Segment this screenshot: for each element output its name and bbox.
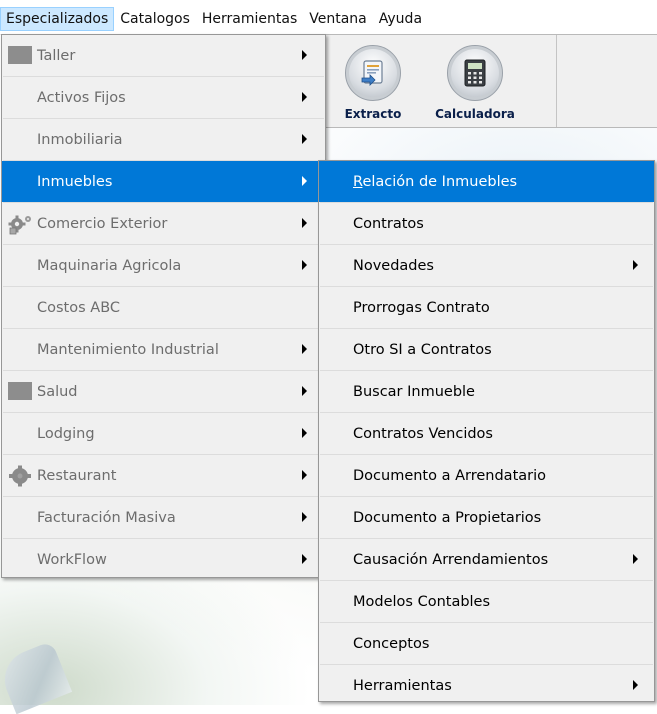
calculator-icon [447, 45, 503, 101]
menubar-catalogos[interactable]: Catalogos [114, 7, 196, 31]
menu-item-label: Comercio Exterior [37, 215, 168, 232]
menu-item-inmuebles[interactable]: Inmuebles [2, 161, 325, 202]
menu-item-comercio-exterior[interactable]: Comercio Exterior [2, 203, 325, 244]
extracto-label: Extracto [344, 107, 402, 121]
menu-item-workflow[interactable]: WorkFlow [2, 539, 325, 580]
submenu-item-otro-si-a-contratos[interactable]: Otro SI a Contratos [319, 329, 654, 370]
menu-item-label: Facturación Masiva [37, 509, 176, 526]
menubar-ventana[interactable]: Ventana [303, 7, 373, 31]
submenu-arrow-icon [633, 680, 638, 690]
submenu-item-label: Contratos Vencidos [353, 425, 493, 442]
gears-icon [8, 213, 34, 235]
menu-item-restaurant[interactable]: Restaurant [2, 455, 325, 496]
submenu-item-label: Contratos [353, 215, 424, 232]
submenu-item-label: Buscar Inmueble [353, 383, 475, 400]
gear-icon [8, 465, 34, 487]
submenu-arrow-icon [633, 554, 638, 564]
submenu-item-prorrogas-contrato[interactable]: Prorrogas Contrato [319, 287, 654, 328]
submenu-arrow-icon [302, 428, 307, 438]
extracto-button[interactable]: Extracto [324, 35, 422, 127]
submenu-item-contratos-vencidos[interactable]: Contratos Vencidos [319, 413, 654, 454]
submenu-arrow-icon [302, 554, 307, 564]
submenu-item-label: Documento a Arrendatario [353, 467, 546, 484]
submenu-arrow-icon [302, 176, 307, 186]
submenu-arrow-icon [302, 134, 307, 144]
submenu-arrow-icon [302, 260, 307, 270]
submenu-arrow-icon [633, 260, 638, 270]
submenu-item-contratos[interactable]: Contratos [319, 203, 654, 244]
menu-item-salud[interactable]: Salud [2, 371, 325, 412]
submenu-item-conceptos[interactable]: Conceptos [319, 623, 654, 664]
submenu-item-novedades[interactable]: Novedades [319, 245, 654, 286]
menu-item-label: Activos Fijos [37, 89, 126, 106]
menu-item-activos-fijos[interactable]: Activos Fijos [2, 77, 325, 118]
calculadora-label: Calculadora [435, 107, 515, 121]
menu-item-label: WorkFlow [37, 551, 107, 568]
gray-square-icon [8, 381, 34, 401]
submenu-item-herramientas[interactable]: Herramientas [319, 665, 654, 706]
submenu-arrow-icon [302, 50, 307, 60]
submenu-arrow-icon [302, 218, 307, 228]
menu-item-facturacion-masiva[interactable]: Facturación Masiva [2, 497, 325, 538]
toolbar-separator [556, 35, 557, 127]
menu-item-label: Costos ABC [37, 299, 121, 316]
inmuebles-submenu: Relación de Inmuebles Contratos Novedade… [318, 160, 655, 702]
submenu-item-label: Otro SI a Contratos [353, 341, 492, 358]
menu-item-label: Inmuebles [37, 173, 113, 190]
submenu-item-relacion-de-inmuebles[interactable]: Relación de Inmuebles [319, 161, 654, 202]
submenu-item-label: Conceptos [353, 635, 430, 652]
submenu-item-label: Modelos Contables [353, 593, 491, 610]
submenu-item-label: Relación de Inmuebles [353, 173, 518, 190]
submenu-arrow-icon [302, 92, 307, 102]
submenu-item-label: Herramientas [353, 677, 452, 694]
submenu-item-buscar-inmueble[interactable]: Buscar Inmueble [319, 371, 654, 412]
menu-item-label: Taller [37, 47, 76, 64]
submenu-item-label: Causación Arrendamientos [353, 551, 549, 568]
submenu-item-label: Novedades [353, 257, 434, 274]
menu-item-inmobiliaria[interactable]: Inmobiliaria [2, 119, 325, 160]
menubar-ayuda[interactable]: Ayuda [373, 7, 428, 31]
extracto-icon [345, 45, 401, 101]
menu-item-lodging[interactable]: Lodging [2, 413, 325, 454]
submenu-arrow-icon [302, 470, 307, 480]
toolbar: Extracto Calculadora [323, 34, 657, 128]
menu-item-taller[interactable]: Taller [2, 35, 325, 76]
gray-square-icon [8, 45, 34, 65]
menu-item-costos-abc[interactable]: Costos ABC [2, 287, 325, 328]
calculadora-button[interactable]: Calculadora [426, 35, 524, 127]
menu-item-label: Salud [37, 383, 78, 400]
menubar-herramientas[interactable]: Herramientas [196, 7, 303, 31]
submenu-arrow-icon [302, 344, 307, 354]
menu-item-label: Restaurant [37, 467, 117, 484]
menu-item-label: Inmobiliaria [37, 131, 123, 148]
menu-item-label: Lodging [37, 425, 95, 442]
submenu-item-label: Documento a Propietarios [353, 509, 542, 526]
submenu-item-label: Prorrogas Contrato [353, 299, 490, 316]
submenu-item-causacion-arrendamientos[interactable]: Causación Arrendamientos [319, 539, 654, 580]
menu-item-label: Maquinaria Agricola [37, 257, 182, 274]
menu-item-maquinaria-agricola[interactable]: Maquinaria Agricola [2, 245, 325, 286]
submenu-arrow-icon [302, 386, 307, 396]
menu-item-label: Mantenimiento Industrial [37, 341, 219, 358]
submenu-arrow-icon [302, 512, 307, 522]
menu-bar: Especializados Catalogos Herramientas Ve… [0, 0, 657, 35]
menu-item-mantenimiento-industrial[interactable]: Mantenimiento Industrial [2, 329, 325, 370]
submenu-item-documento-a-propietarios[interactable]: Documento a Propietarios [319, 497, 654, 538]
submenu-item-documento-a-arrendatario[interactable]: Documento a Arrendatario [319, 455, 654, 496]
submenu-item-modelos-contables[interactable]: Modelos Contables [319, 581, 654, 622]
menubar-especializados[interactable]: Especializados [0, 7, 115, 31]
especializados-menu: Taller Activos Fijos Inmobiliaria Inmueb… [1, 34, 326, 578]
